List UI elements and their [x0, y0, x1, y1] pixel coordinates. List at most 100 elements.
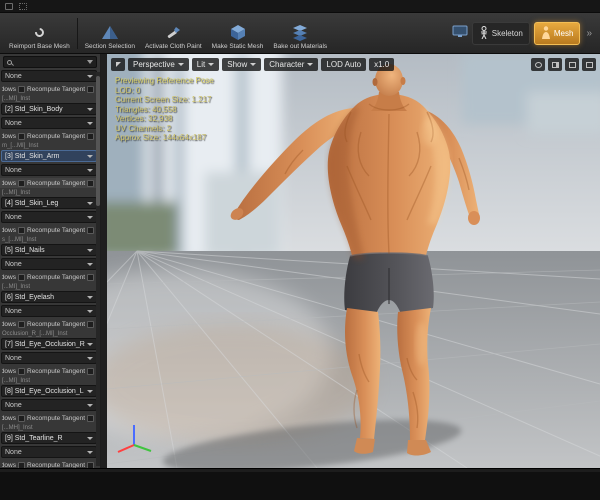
cast-shadows-label: Shadows	[2, 320, 16, 328]
view-layout-icon[interactable]	[548, 58, 562, 71]
material-group: [...MH]_Inst [9] Std_Tearline_R None Sha…	[0, 424, 100, 468]
preview-monitor-icon[interactable]	[452, 25, 468, 43]
reimport-base-mesh-button[interactable]: Reimport Base Mesh	[4, 15, 75, 52]
viewport-toolbar-button[interactable]: Show	[222, 58, 262, 71]
cast-shadows-label: Shadows	[2, 85, 16, 93]
material-asset-dropdown[interactable]: None	[1, 117, 97, 129]
material-slot-dropdown[interactable]: [9] Std_Tearline_R	[1, 432, 97, 444]
cast-shadows-checkbox[interactable]	[18, 179, 25, 187]
axis-gizmo[interactable]	[113, 417, 155, 460]
viewport-toolbar-button[interactable]: Lit	[191, 58, 220, 71]
section-flags-row: Shadows Recompute Tangent	[0, 319, 100, 329]
stats-line: UV Channels: 2	[115, 123, 172, 133]
cast-shadows-label: Shadows	[2, 273, 16, 281]
chevron-down-icon	[87, 215, 93, 219]
viewport-toolbar-button[interactable]: LOD Auto	[321, 58, 367, 71]
material-slot-dropdown[interactable]: [4] Std_Skin_Leg	[1, 197, 97, 209]
chevron-down-icon	[87, 74, 93, 78]
viewport-stats: Previewing Reference Pose LOD: 0 Current…	[115, 76, 214, 143]
material-asset-dropdown[interactable]: None	[1, 211, 97, 223]
cast-shadows-checkbox[interactable]	[18, 85, 25, 93]
cast-shadows-checkbox[interactable]	[18, 414, 25, 422]
material-asset-dropdown[interactable]: None	[1, 446, 97, 458]
viewport[interactable]: Perspective Lit Show Character LOD Auto	[0, 44, 600, 473]
search-input[interactable]	[14, 57, 85, 67]
overflow-chevrons-icon[interactable]: »	[584, 28, 594, 39]
recompute-tangent-checkbox[interactable]	[87, 414, 95, 422]
section-selection-button[interactable]: Section Selection	[80, 15, 140, 52]
recompute-tangent-checkbox[interactable]	[87, 226, 95, 234]
material-group: s_[...MI]_Inst [5] Std_Nails None Shadow…	[0, 236, 100, 282]
section-flags-row: Shadows Recompute Tangent	[0, 413, 100, 423]
tab-mesh[interactable]: Mesh	[533, 22, 581, 45]
panel-scrollbar[interactable]	[96, 72, 100, 466]
activate-cloth-paint-label: Activate Cloth Paint	[144, 43, 202, 50]
cast-shadows-checkbox[interactable]	[18, 320, 25, 328]
viewport-toolbar-button[interactable]: x1.0	[369, 58, 395, 71]
maximize-icon[interactable]	[582, 58, 596, 71]
cast-shadows-label: Shadows	[2, 367, 16, 375]
save-icon[interactable]	[5, 2, 13, 10]
material-asset-dropdown[interactable]: None	[1, 399, 97, 411]
cast-shadows-checkbox[interactable]	[18, 226, 25, 234]
search-bar[interactable]	[3, 56, 97, 68]
recompute-tangent-label: Recompute Tangent	[27, 367, 86, 375]
viewport-toolbar-button[interactable]: Character	[264, 58, 319, 71]
recompute-tangent-checkbox[interactable]	[87, 367, 95, 375]
material-slot-dropdown[interactable]: [8] Std_Eye_Occlusion_L	[1, 385, 97, 397]
material-slot-dropdown[interactable]: [3] Std_Skin_Arm	[1, 150, 97, 162]
viewport-toolbar: Perspective Lit Show Character LOD Auto	[111, 58, 395, 71]
bake-out-materials-button[interactable]: Bake out Materials	[268, 15, 332, 52]
make-static-mesh-button[interactable]: Make Static Mesh	[207, 15, 269, 52]
section-flags-row: Shadows Recompute Tangent	[0, 178, 100, 188]
bottom-drawer[interactable]	[0, 468, 600, 500]
stats-line: Previewing Reference Pose	[115, 76, 214, 85]
stats-line: Triangles: 40,558	[115, 104, 177, 114]
camera-icon[interactable]	[531, 58, 545, 71]
cast-shadows-checkbox[interactable]	[18, 273, 25, 281]
filter-icon[interactable]	[87, 60, 93, 64]
recompute-tangent-checkbox[interactable]	[87, 85, 95, 93]
reimport-base-mesh-label: Reimport Base Mesh	[9, 43, 70, 50]
activate-cloth-paint-button[interactable]: Activate Cloth Paint	[140, 15, 207, 52]
right-hand	[468, 211, 480, 225]
cast-shadows-checkbox[interactable]	[18, 132, 25, 140]
tab-skeleton[interactable]: Skeleton	[471, 22, 530, 45]
material-instance-label: m_[...MI]_Inst	[2, 143, 39, 149]
browse-icon[interactable]	[19, 2, 27, 10]
material-group: Occlusion_R_[...MI]_Inst [7] Std_Eye_Occ…	[0, 330, 100, 376]
material-asset-dropdown[interactable]: None	[1, 70, 97, 82]
material-slot-dropdown[interactable]: [7] Std_Eye_Occlusion_R	[1, 338, 97, 350]
character-figure-icon	[541, 26, 551, 41]
section-flags-row: Shadows Recompute Tangent	[0, 460, 100, 468]
material-asset-dropdown[interactable]: None	[1, 258, 97, 270]
material-instance-label: [...MH]_Inst	[2, 425, 33, 431]
material-asset-dropdown[interactable]: None	[1, 352, 97, 364]
recompute-tangent-checkbox[interactable]	[87, 273, 95, 281]
chevron-down-icon	[208, 63, 215, 66]
grid-snap-icon[interactable]	[565, 58, 579, 71]
cast-shadows-label: Shadows	[2, 179, 16, 187]
recompute-tangent-checkbox[interactable]	[87, 320, 95, 328]
material-instance-label: [...MI]_Inst	[2, 284, 31, 290]
viewport-toolbar-button[interactable]: Perspective	[128, 58, 189, 71]
chevron-down-icon	[87, 309, 93, 313]
chevron-down-icon	[250, 63, 257, 66]
recompute-tangent-checkbox[interactable]	[87, 132, 95, 140]
material-slot-dropdown[interactable]: [5] Std_Nails	[1, 244, 97, 256]
material-asset-dropdown[interactable]: None	[1, 164, 97, 176]
chevron-down-icon	[87, 168, 93, 172]
x-axis	[117, 444, 135, 453]
recompute-tangent-checkbox[interactable]	[87, 179, 95, 187]
material-asset-dropdown[interactable]: None	[1, 305, 97, 317]
section-flags-row: Shadows Recompute Tangent	[0, 84, 100, 94]
chevron-down-icon	[87, 201, 93, 205]
recompute-tangent-label: Recompute Tangent	[27, 132, 86, 140]
cast-shadows-checkbox[interactable]	[18, 367, 25, 375]
viewport-corner-icons	[531, 58, 596, 71]
material-slot-dropdown[interactable]: [6] Std_Eyelash	[1, 291, 97, 303]
search-icon	[7, 59, 12, 65]
cloth-paint-brush-icon	[164, 23, 182, 41]
viewport-options-button[interactable]	[111, 58, 125, 71]
material-slot-dropdown[interactable]: [2] Std_Skin_Body	[1, 103, 97, 115]
